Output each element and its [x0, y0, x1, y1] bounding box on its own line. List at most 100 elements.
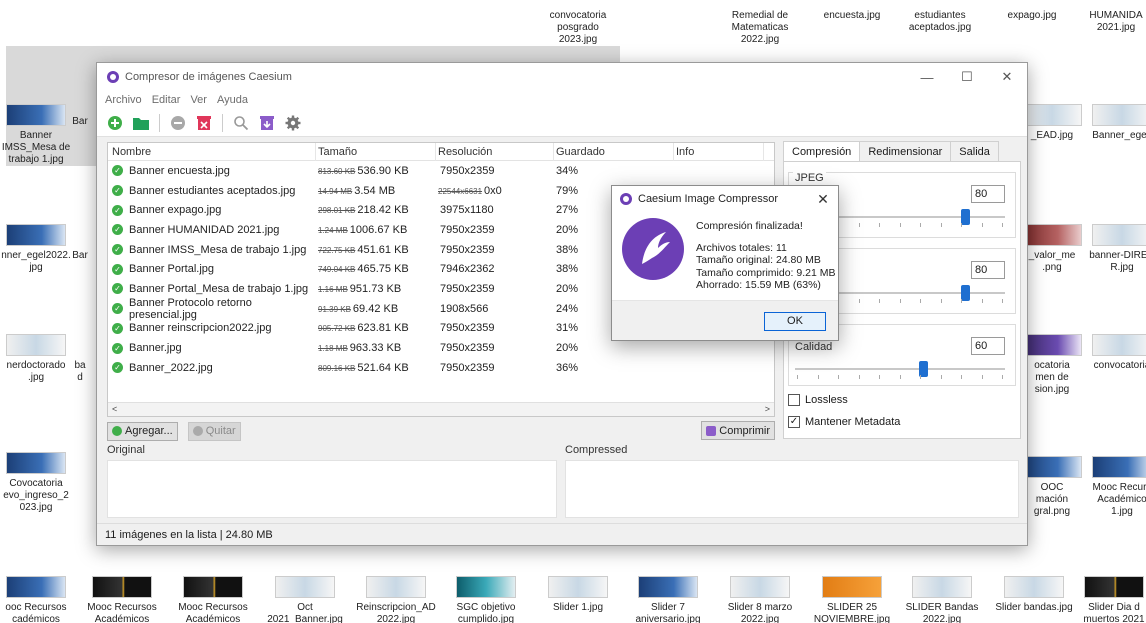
desktop-file[interactable]: Remedial de Matematicas 2022.jpg: [718, 10, 802, 46]
desktop-file[interactable]: nner_egel2022. jpg: [0, 224, 78, 274]
original-size: 91.39 KB: [318, 304, 351, 314]
new-size: 536.90 KB: [357, 164, 409, 177]
menu-editar[interactable]: Editar: [152, 94, 181, 106]
desktop-file[interactable]: Banner_egel.: [1080, 104, 1146, 142]
lossless-option[interactable]: Lossless: [788, 394, 848, 406]
file-name-cell: ✓ Banner Portal_Mesa de trabajo 1.jpg: [108, 283, 316, 295]
quality-label: Calidad: [793, 341, 835, 353]
desktop-file[interactable]: SLIDER 25 NOVIEMBRE.jpg: [810, 576, 894, 623]
horizontal-scrollbar[interactable]: < >: [108, 402, 774, 416]
lossless-label: Lossless: [805, 394, 848, 406]
gear-icon[interactable]: [283, 113, 303, 133]
resolution: 3975x1180: [440, 204, 494, 217]
desktop-file[interactable]: Bar: [60, 116, 100, 128]
column-tamano[interactable]: Tamaño: [316, 142, 436, 161]
new-size: 623.81 KB: [357, 322, 409, 335]
column-guardado[interactable]: Guardado: [554, 142, 674, 161]
resolution-cell: 1908x566: [436, 303, 554, 315]
desktop-file[interactable]: ba d: [60, 360, 100, 384]
resolution: 7950x2359: [440, 322, 495, 335]
desktop-file[interactable]: convocatoria posgrado 2023.jpg: [536, 10, 620, 46]
desktop-file[interactable]: Mooc Recurs Académico 1.jpg: [1080, 456, 1146, 518]
close-button[interactable]: ✕: [987, 63, 1027, 91]
file-label: ocatoria men de sion.jpg: [1034, 360, 1070, 395]
file-thumbnail: [638, 576, 698, 598]
tab-compresion[interactable]: Compresión: [783, 141, 861, 161]
tab-redimensionar[interactable]: Redimensionar: [859, 141, 952, 161]
desktop-file[interactable]: Oct 2021_Banner.jpg: [263, 576, 347, 623]
add-button[interactable]: Agregar...: [107, 421, 178, 441]
desktop-file[interactable]: banner-DIREC R.jpg: [1080, 224, 1146, 274]
desktop-file[interactable]: SLIDER Bandas 2022.jpg: [900, 576, 984, 623]
desktop-file[interactable]: Mooc Recursos Académicos: [80, 576, 164, 623]
quality-input[interactable]: 60: [971, 337, 1005, 355]
saved-cell: 20%: [556, 342, 579, 355]
menu-ayuda[interactable]: Ayuda: [217, 94, 248, 106]
desktop-file[interactable]: SGC objetivo cumplido.jpg: [444, 576, 528, 623]
remove-icon[interactable]: [168, 113, 188, 133]
desktop-file[interactable]: Mooc Recursos Académicos: [171, 576, 255, 623]
preview-area: Original Compressed: [107, 444, 1023, 518]
column-info[interactable]: Info: [674, 142, 764, 161]
search-icon[interactable]: [231, 113, 251, 133]
desktop-file[interactable]: Slider Dia d muertos 2021: [1082, 576, 1146, 623]
keep-metadata-checkbox[interactable]: ✓: [788, 416, 800, 428]
desktop-file[interactable]: encuesta.jpg: [810, 10, 894, 22]
resolution: 7950x2359: [440, 164, 495, 177]
file-name: Banner HUMANIDAD 2021.jpg: [129, 223, 280, 236]
file-name-cell: ✓ Banner.jpg: [108, 342, 316, 354]
ok-button[interactable]: OK: [764, 312, 826, 331]
desktop-file[interactable]: convocatoria: [1080, 334, 1146, 372]
remove-button[interactable]: Quitar: [187, 421, 241, 441]
desktop-file[interactable]: Slider bandas.jpg: [992, 576, 1076, 614]
title-bar[interactable]: Compresor de imágenes Caesium — ☐ ✕: [97, 63, 1027, 91]
lossless-checkbox[interactable]: [788, 394, 800, 406]
desktop-file[interactable]: expago.jpg: [990, 10, 1074, 22]
column-resolucion[interactable]: Resolución: [436, 142, 554, 161]
desktop-file[interactable]: HUMANIDA 2021.jpg: [1074, 10, 1146, 34]
add-files-icon[interactable]: [105, 113, 125, 133]
quality-slider-track[interactable]: [795, 368, 1005, 370]
compress-button[interactable]: Comprimir: [701, 421, 775, 440]
dialog-title-bar[interactable]: Caesium Image Compressor ✕: [612, 186, 838, 212]
file-thumbnail: [6, 576, 66, 598]
table-row[interactable]: ✓ Banner.jpg 1.18 MB 963.33 KB 7950x2359 20%: [108, 338, 774, 358]
jpeg-quality-input[interactable]: 80: [971, 185, 1005, 203]
dialog-close-button[interactable]: ✕: [808, 191, 838, 208]
table-row[interactable]: ✓ Banner encuesta.jpg 813.60 KB 536.90 KB 79…: [108, 161, 774, 181]
table-row[interactable]: ✓ Banner_2022.jpg 809.16 KB 521.64 KB 7950x2…: [108, 358, 774, 378]
file-name-cell: ✓ Banner expago.jpg: [108, 204, 316, 216]
compress-icon[interactable]: [257, 113, 277, 133]
size-cell: 905.72 KB 623.81 KB: [316, 322, 436, 334]
desktop-file[interactable]: Slider 7 aniversario.jpg: [626, 576, 710, 623]
desktop-file[interactable]: Bar: [60, 250, 100, 262]
file-name: Banner Portal_Mesa de trabajo 1.jpg: [129, 282, 309, 295]
original-size: 1.24 MB: [318, 225, 348, 235]
add-folder-icon[interactable]: [131, 113, 151, 133]
maximize-button[interactable]: ☐: [947, 63, 987, 91]
desktop-file[interactable]: Slider 8 marzo 2022.jpg: [718, 576, 802, 623]
scroll-right-arrow[interactable]: >: [765, 404, 770, 414]
keep-metadata-option[interactable]: ✓ Mantener Metadata: [788, 416, 900, 428]
desktop-file[interactable]: Slider 1.jpg: [536, 576, 620, 614]
file-name-cell: ✓ Banner IMSS_Mesa de trabajo 1.jpg: [108, 244, 316, 256]
desktop-file[interactable]: Reinscripcion_AD 2022.jpg: [354, 576, 438, 623]
clear-list-icon[interactable]: [194, 113, 214, 133]
new-size: 218.42 KB: [357, 204, 409, 217]
minimize-button[interactable]: —: [907, 63, 947, 91]
scroll-left-arrow[interactable]: <: [112, 404, 117, 414]
desktop-file[interactable]: Covocatoria evo_ingreso_2 023.jpg: [0, 452, 78, 514]
desktop-file[interactable]: Banner IMSS_Mesa de trabajo 1.jpg: [0, 104, 78, 166]
file-name: Banner reinscripcion2022.jpg: [129, 322, 272, 335]
desktop-file[interactable]: estudiantes aceptados.jpg: [898, 10, 982, 34]
file-thumbnail: [1092, 224, 1146, 246]
file-label: Oct 2021_Banner.jpg: [267, 602, 343, 623]
menu-ver[interactable]: Ver: [190, 94, 207, 106]
window-controls: — ☐ ✕: [907, 63, 1027, 91]
desktop-file[interactable]: ooc Recursos cadémicos: [0, 576, 78, 623]
file-label: Slider bandas.jpg: [995, 602, 1073, 613]
column-nombre[interactable]: Nombre: [108, 142, 316, 161]
tab-salida[interactable]: Salida: [950, 141, 999, 161]
menu-archivo[interactable]: Archivo: [105, 94, 142, 106]
png-quality-input[interactable]: 80: [971, 261, 1005, 279]
